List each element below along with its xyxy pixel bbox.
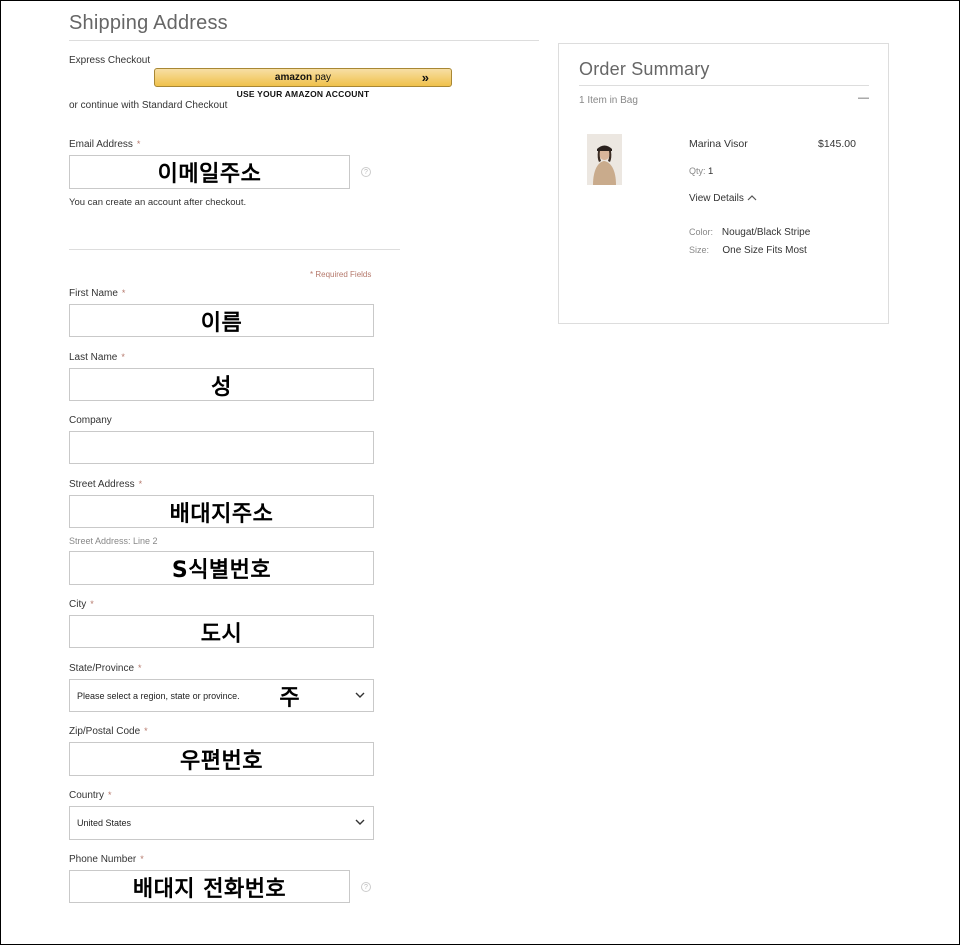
chevron-down-icon — [355, 692, 365, 698]
product-image — [587, 134, 622, 185]
street-address-label: Street Address * — [69, 479, 143, 490]
product-price: $145.00 — [818, 138, 856, 150]
required-fields-note: * Required Fields — [310, 270, 372, 279]
last-name-label: Last Name * — [69, 352, 125, 363]
double-chevron-icon: » — [421, 70, 429, 85]
street-address-overlay-text: 배대지주소 — [169, 501, 274, 527]
product-size: Size: One Size Fits Most — [689, 245, 807, 256]
account-note: You can create an account after checkout… — [69, 197, 247, 208]
phone-field[interactable]: 배대지 전화번호 — [69, 870, 350, 903]
zip-field[interactable]: 우편번호 — [69, 742, 374, 776]
form-divider — [69, 249, 400, 250]
email-overlay-text: 이메일주소 — [157, 162, 262, 187]
chevron-up-icon — [747, 195, 757, 201]
shipping-title: Shipping Address — [69, 12, 228, 34]
city-overlay-text: 도시 — [200, 621, 243, 647]
zip-label: Zip/Postal Code * — [69, 726, 148, 737]
order-summary-title: Order Summary — [579, 59, 710, 79]
title-divider — [69, 40, 539, 41]
country-select-value: United States — [77, 818, 132, 828]
items-in-bag-count: 1 Item in Bag — [579, 95, 638, 106]
product-name[interactable]: Marina Visor — [689, 138, 748, 150]
summary-divider — [579, 85, 869, 86]
email-field[interactable]: 이메일주소 — [69, 155, 350, 189]
street-address-line2-field[interactable]: S식별번호 — [69, 551, 374, 585]
view-details-toggle[interactable]: View Details — [689, 193, 757, 204]
product-qty: Qty: 1 — [689, 166, 714, 177]
collapse-icon[interactable]: — — [858, 92, 869, 104]
first-name-overlay-text: 이름 — [200, 310, 243, 336]
product-color: Color: Nougat/Black Stripe — [689, 227, 811, 238]
street-address-field[interactable]: 배대지주소 — [69, 495, 374, 528]
email-label: Email Address * — [69, 139, 141, 150]
country-label: Country * — [69, 790, 112, 801]
first-name-label: First Name * — [69, 288, 126, 299]
phone-label: Phone Number * — [69, 854, 144, 865]
help-icon[interactable]: ? — [361, 167, 371, 177]
street-address-line2-label: Street Address: Line 2 — [69, 536, 158, 546]
amazon-pay-logo: amazon pay — [274, 72, 332, 83]
zip-overlay-text: 우편번호 — [180, 749, 263, 774]
state-select-value: Please select a region, state or provinc… — [77, 690, 240, 701]
state-select[interactable]: Please select a region, state or provinc… — [69, 679, 374, 712]
company-field[interactable] — [69, 431, 374, 464]
city-label: City * — [69, 599, 94, 610]
standard-checkout-text: or continue with Standard Checkout — [69, 100, 228, 111]
chevron-down-icon — [355, 819, 365, 825]
product-thumbnail[interactable] — [587, 134, 622, 185]
amazon-pay-button[interactable]: amazon pay » — [154, 68, 452, 87]
company-label: Company — [69, 415, 112, 426]
phone-overlay-text: 배대지 전화번호 — [132, 876, 287, 902]
state-label: State/Province * — [69, 663, 142, 674]
last-name-field[interactable]: 성 — [69, 368, 374, 401]
amazon-account-caption: USE YOUR AMAZON ACCOUNT — [236, 89, 370, 99]
help-icon[interactable]: ? — [361, 882, 371, 892]
street-address-line2-overlay-text: S식별번호 — [171, 558, 272, 583]
country-select[interactable]: United States — [69, 806, 374, 840]
city-field[interactable]: 도시 — [69, 615, 374, 648]
last-name-overlay-text: 성 — [211, 374, 232, 400]
state-overlay-text: 주 — [279, 685, 300, 711]
express-checkout-label: Express Checkout — [69, 55, 151, 66]
first-name-field[interactable]: 이름 — [69, 304, 374, 337]
